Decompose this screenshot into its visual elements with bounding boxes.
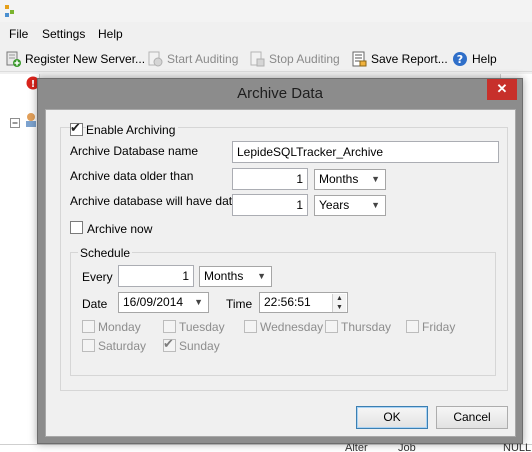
save-report-label: Save Report... <box>371 52 448 66</box>
thursday-checkbox[interactable] <box>325 320 338 333</box>
older-than-input[interactable]: 1 <box>232 168 308 190</box>
menu-settings[interactable]: Settings <box>42 27 85 41</box>
older-than-unit-select[interactable]: Months ▼ <box>314 169 386 190</box>
server-node-icon <box>26 113 36 127</box>
spin-down-icon[interactable]: ▼ <box>333 303 346 312</box>
older-than-unit-value: Months <box>319 172 359 186</box>
every-unit-value: Months <box>204 269 244 283</box>
older-than-label: Archive data older than <box>70 169 194 183</box>
chevron-down-icon: ▼ <box>371 200 380 210</box>
stop-auditing-button[interactable]: Stop Auditing <box>249 50 340 68</box>
enable-archiving-checkbox[interactable]: ✔ <box>70 120 83 136</box>
archive-data-dialog: Archive Data ✕ ✔ Enable Archiving Archiv… <box>37 78 523 444</box>
friday-checkbox[interactable] <box>406 320 419 333</box>
enable-archiving-label: Enable Archiving <box>86 123 179 137</box>
tuesday-label: Tuesday <box>179 320 225 334</box>
bottom-grid-strip: Alter Job NULL <box>0 442 532 452</box>
chevron-down-icon: ▼ <box>194 297 203 307</box>
will-have-input[interactable]: 1 <box>232 194 308 216</box>
save-report-button[interactable]: Save Report... <box>351 50 448 68</box>
will-have-label: Archive database will have data <box>70 194 239 208</box>
time-spinner[interactable]: ▲ ▼ <box>332 294 346 312</box>
saturday-label: Saturday <box>98 339 147 353</box>
check-icon: ✔ <box>163 336 174 351</box>
help-label: Help <box>472 52 497 66</box>
will-have-unit-value: Years <box>319 198 350 212</box>
archive-now-label: Archive now <box>87 222 153 236</box>
spin-up-icon[interactable]: ▲ <box>333 294 346 303</box>
cancel-button[interactable]: Cancel <box>436 406 508 429</box>
add-server-icon <box>6 51 21 67</box>
dialog-title: Archive Data <box>237 85 323 102</box>
menu-help[interactable]: Help <box>98 27 123 41</box>
stop-auditing-label: Stop Auditing <box>269 52 340 66</box>
archive-now-checkbox[interactable] <box>70 221 83 234</box>
check-icon: ✔ <box>70 120 81 135</box>
chevron-down-icon: ▼ <box>371 174 380 184</box>
monday-checkbox[interactable] <box>82 320 95 333</box>
sunday-checkbox[interactable]: ✔ <box>163 336 176 352</box>
db-name-label: Archive Database name <box>70 144 199 158</box>
app-titlebar <box>0 0 532 22</box>
help-button[interactable]: ? Help <box>452 50 497 68</box>
menubar: File Settings Help <box>0 24 532 44</box>
db-name-input[interactable]: LepideSQLTracker_Archive <box>232 141 499 163</box>
toolbar: Register New Server... Start Auditing St… <box>0 46 532 72</box>
time-label: Time <box>226 297 253 311</box>
saturday-checkbox[interactable] <box>82 339 95 352</box>
dialog-body: ✔ Enable Archiving Archive Database name… <box>45 109 516 437</box>
will-have-unit-select[interactable]: Years ▼ <box>314 195 386 216</box>
tuesday-checkbox[interactable] <box>163 320 176 333</box>
wednesday-label: Wednesday <box>260 320 324 334</box>
time-value: 22:56:51 <box>264 295 311 309</box>
wednesday-checkbox[interactable] <box>244 320 257 333</box>
close-button[interactable]: ✕ <box>487 79 517 100</box>
monday-label: Monday <box>98 320 141 334</box>
save-report-icon <box>352 51 367 67</box>
thursday-label: Thursday <box>341 320 392 334</box>
schedule-title: Schedule <box>78 246 133 260</box>
app-logo-icon <box>5 5 14 17</box>
time-picker[interactable]: 22:56:51 ▲ ▼ <box>259 292 348 313</box>
date-picker[interactable]: 16/09/2014 ▼ <box>118 292 209 313</box>
chevron-down-icon: ▼ <box>257 271 266 281</box>
server-tree-pane[interactable]: ! <box>0 74 40 452</box>
register-server-button[interactable]: Register New Server... <box>5 50 145 68</box>
friday-label: Friday <box>422 320 456 334</box>
date-value: 16/09/2014 <box>123 295 184 309</box>
tree-collapse-icon[interactable] <box>10 118 20 128</box>
help-icon: ? <box>453 52 467 66</box>
svg-text:!: ! <box>31 79 36 90</box>
every-input[interactable]: 1 <box>118 265 194 287</box>
start-auditing-label: Start Auditing <box>167 52 239 66</box>
close-icon: ✕ <box>496 81 508 96</box>
every-unit-select[interactable]: Months ▼ <box>199 266 272 287</box>
stop-auditing-icon <box>250 51 265 67</box>
date-label: Date <box>82 297 108 311</box>
start-auditing-button[interactable]: Start Auditing <box>147 50 238 68</box>
ok-button[interactable]: OK <box>356 406 428 429</box>
register-server-label: Register New Server... <box>25 52 146 66</box>
start-auditing-icon <box>148 51 163 67</box>
menu-file[interactable]: File <box>9 27 28 41</box>
sunday-label: Sunday <box>179 339 220 353</box>
svg-text:?: ? <box>457 53 463 66</box>
every-label: Every <box>82 270 113 284</box>
